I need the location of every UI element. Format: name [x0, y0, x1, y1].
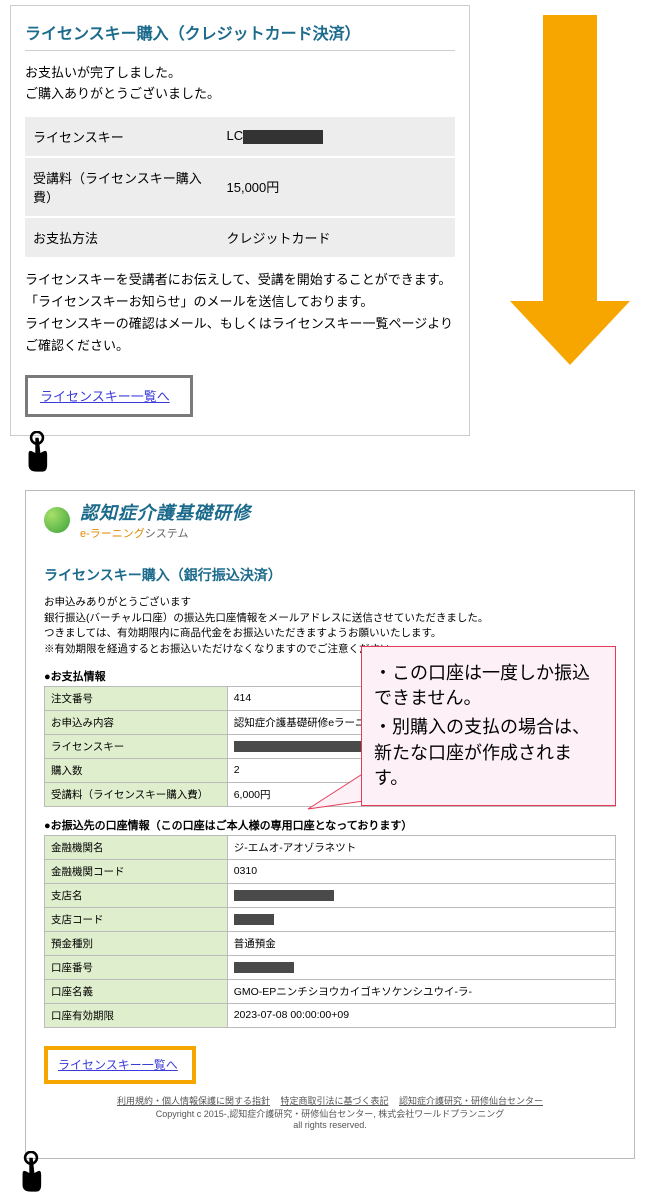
payment-details-table: ライセンスキー LC 受講料（ライセンスキー購入費） 15,000円 お支払方法… — [25, 115, 455, 257]
table-value — [227, 955, 615, 979]
logo-header: 認知症介護基礎研修 e-ラーニングシステム — [26, 491, 634, 541]
down-arrow — [510, 15, 630, 385]
callout-line: ・この口座は一度しか振込できません。 — [374, 661, 603, 711]
note-line: ライセンスキーの確認はメール、もしくはライセンスキー一覧ページよりご確認ください… — [25, 313, 455, 357]
logo-title: 認知症介護基礎研修 — [80, 499, 251, 525]
value-method: クレジットカード — [219, 217, 456, 257]
table-label: 口座番号 — [45, 955, 228, 979]
table-label: 預金種別 — [45, 931, 228, 955]
table-label: 支店名 — [45, 883, 228, 907]
msg-line: お支払いが完了しました。 — [25, 63, 455, 84]
label-license-key: ライセンスキー — [25, 116, 219, 157]
credit-card-payment-panel: ライセンスキー購入（クレジットカード決済） お支払いが完了しました。 ご購入あり… — [10, 5, 470, 436]
table-label: 注文番号 — [45, 686, 228, 710]
bank-transfer-panel: 認知症介護基礎研修 e-ラーニングシステム ライセンスキー購入（銀行振込決済） … — [25, 490, 635, 1159]
label-method: お支払方法 — [25, 217, 219, 257]
value-license-key: LC — [219, 116, 456, 157]
logo-subtitle: e-ラーニングシステム — [80, 525, 251, 541]
table-label: 金融機関コード — [45, 859, 228, 883]
msg-line: お申込みありがとうございます — [44, 595, 616, 611]
info-note: ライセンスキーを受講者にお伝えして、受講を開始することができます。 「ライセンス… — [25, 269, 455, 357]
redacted-block — [243, 130, 323, 144]
footer-copyright: Copyright c 2015-,認知症介護研究・研修仙台センター, 株式会社… — [44, 1107, 616, 1120]
license-list-link[interactable]: ライセンスキー一覧へ — [58, 1058, 178, 1072]
note-line: ライセンスキーを受講者にお伝えして、受講を開始することができます。 — [25, 269, 455, 291]
redacted-block — [234, 962, 294, 973]
redacted-block — [234, 890, 334, 901]
note-line: 「ライセンスキーお知らせ」のメールを送信しております。 — [25, 291, 455, 313]
table-value: 2023-07-08 00:00:00+09 — [227, 1003, 615, 1027]
value-fee: 15,000円 — [219, 157, 456, 217]
license-list-link-box: ライセンスキー一覧へ — [25, 375, 193, 417]
footer: 利用規約・個人情報保護に関する指針 特定商取引法に基づく表記 認知症介護研究・研… — [44, 1084, 616, 1140]
footer-link[interactable]: 認知症介護研究・研修仙台センター — [399, 1096, 543, 1106]
table-label: ライセンスキー — [45, 734, 228, 758]
table-label: 口座有効期限 — [45, 1003, 228, 1027]
label-fee: 受講料（ライセンスキー購入費） — [25, 157, 219, 217]
panel-title: ライセンスキー購入（銀行振込決済） — [44, 565, 616, 585]
footer-rights: all rights reserved. — [44, 1120, 616, 1130]
redacted-block — [234, 741, 364, 752]
table-label: 金融機関名 — [45, 835, 228, 859]
pointer-hand-icon — [14, 1151, 48, 1195]
logo-icon — [44, 507, 70, 533]
account-info-table: 金融機関名ジ-エムオ-アオゾラネツト 金融機関コード0310 支店名 支店コード… — [44, 835, 616, 1028]
msg-line: つきましては、有効期限内に商品代金をお振込いただきますようお願いいたします。 — [44, 626, 616, 642]
table-value: ジ-エムオ-アオゾラネツト — [227, 835, 615, 859]
table-value: 普通預金 — [227, 931, 615, 955]
table-label: お申込み内容 — [45, 710, 228, 734]
msg-line: 銀行振込(バーチャル口座）の振込先口座情報をメールアドレスに送信させていただきま… — [44, 611, 616, 627]
license-list-link[interactable]: ライセンスキー一覧へ — [40, 389, 170, 404]
pointer-hand-icon — [20, 431, 54, 475]
callout-note: ・この口座は一度しか振込できません。 ・別購入の支払の場合は、新たな口座が作成さ… — [361, 646, 616, 806]
table-label: 口座名義 — [45, 979, 228, 1003]
footer-link[interactable]: 特定商取引法に基づく表記 — [280, 1096, 388, 1106]
completion-message: お支払いが完了しました。 ご購入ありがとうございました。 — [25, 63, 455, 105]
footer-link[interactable]: 利用規約・個人情報保護に関する指針 — [117, 1096, 270, 1106]
table-label: 支店コード — [45, 907, 228, 931]
table-label: 受講料（ライセンスキー購入費） — [45, 782, 228, 806]
table-value — [227, 883, 615, 907]
table-label: 購入数 — [45, 758, 228, 782]
table-value: 0310 — [227, 859, 615, 883]
license-list-link-box: ライセンスキー一覧へ — [44, 1046, 196, 1084]
table-value — [227, 907, 615, 931]
callout-line: ・別購入の支払の場合は、新たな口座が作成されます。 — [374, 715, 603, 791]
table-value: GMO-EPニンチシヨウカイゴキソケンシユウイ-ラ- — [227, 979, 615, 1003]
panel-title: ライセンスキー購入（クレジットカード決済） — [25, 20, 455, 51]
redacted-block — [234, 914, 274, 925]
msg-line: ご購入ありがとうございました。 — [25, 84, 455, 105]
